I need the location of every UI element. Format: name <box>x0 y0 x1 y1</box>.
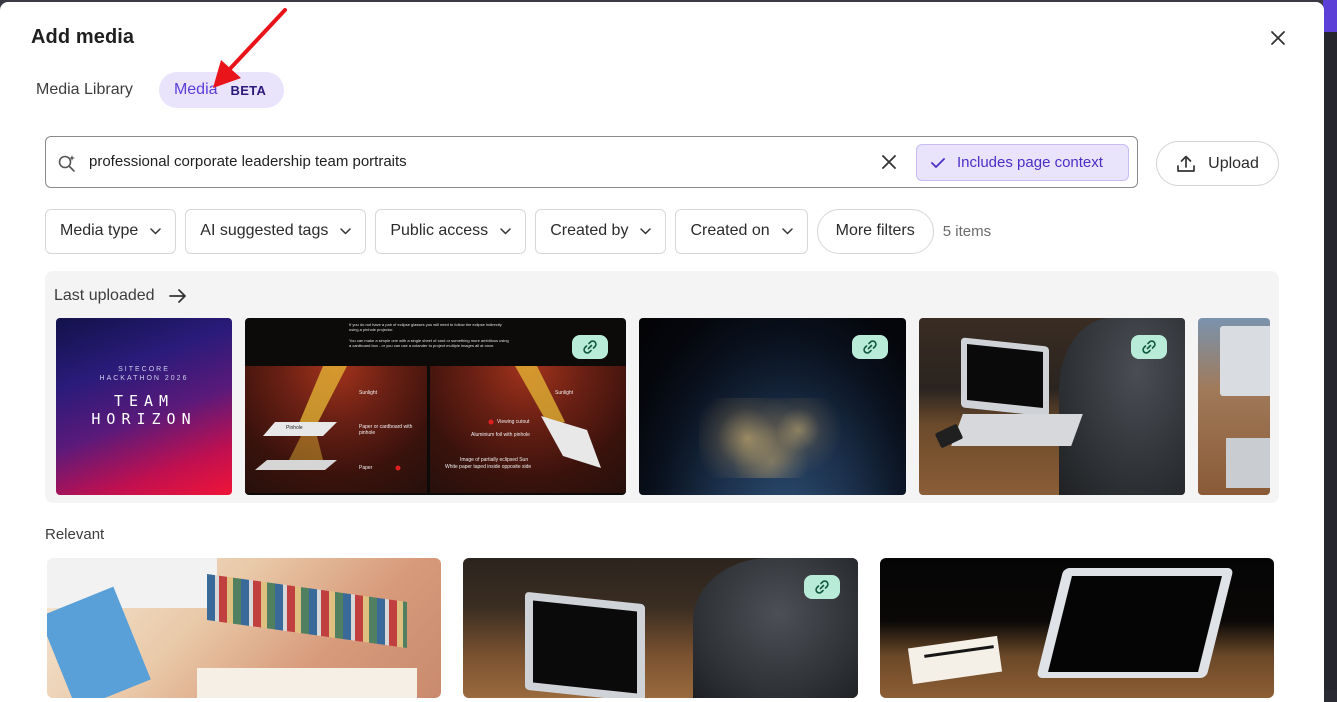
diagram-label: Sunlight <box>555 390 574 396</box>
laptop-shape <box>47 558 217 608</box>
view-all-button[interactable] <box>168 289 187 303</box>
filter-label: Created on <box>690 222 770 239</box>
laptop-screen <box>1048 576 1222 672</box>
filter-ai-suggested-tags[interactable]: AI suggested tags <box>185 208 367 254</box>
link-icon <box>863 340 877 354</box>
tab-label: Media Library <box>36 81 133 98</box>
last-uploaded-title: Last uploaded <box>54 287 155 304</box>
ai-search-icon <box>58 155 75 172</box>
chevron-down-icon <box>340 227 352 235</box>
filter-label: Media type <box>60 222 139 239</box>
dialog-title: Add media <box>31 26 135 48</box>
diagram-label: Aluminium foil with pinhole <box>471 432 530 438</box>
diagram-label: Paper <box>359 465 373 471</box>
close-icon <box>882 155 896 169</box>
search-input[interactable]: professional corporate leadership team p… <box>89 153 407 170</box>
books-shape <box>207 573 407 649</box>
close-icon <box>1271 31 1285 45</box>
public-link-badge <box>572 335 608 359</box>
more-filters-button[interactable]: More filters <box>816 208 934 254</box>
upload-button[interactable]: Upload <box>1156 141 1279 186</box>
media-thumbnail[interactable]: SITECORE HACKATHON 2026 TEAM HORIZON <box>56 318 232 495</box>
page-context-toggle[interactable]: Includes page context <box>916 144 1129 181</box>
public-link-badge <box>1131 335 1167 359</box>
item-count: 5 items <box>942 222 992 240</box>
link-icon <box>1142 340 1156 354</box>
relevant-title: Relevant <box>45 526 105 543</box>
media-thumbnail[interactable] <box>1198 318 1270 495</box>
media-card[interactable] <box>47 558 441 698</box>
media-card[interactable] <box>880 558 1274 698</box>
last-uploaded-section: Last uploaded SITECORE HACKATHON 2026 TE… <box>45 271 1279 503</box>
filter-created-by[interactable]: Created by <box>535 208 667 254</box>
filter-media-type[interactable]: Media type <box>45 208 177 254</box>
media-thumbnail[interactable]: If you do not have a pair of eclipse gla… <box>245 318 626 495</box>
media-thumbnail[interactable] <box>639 318 906 495</box>
arrow-right-icon <box>168 289 186 303</box>
diagram-label: Viewing cutout <box>497 419 530 425</box>
filter-bar: Media type AI suggested tags Public acce… <box>45 208 991 254</box>
diagram-label: Pinhole <box>286 425 303 431</box>
add-media-dialog: Add media Media Library Media BETA profes… <box>0 2 1324 702</box>
notebook-shape <box>907 635 1003 685</box>
chevron-down-icon <box>640 227 652 235</box>
thumb-line: HORIZON <box>91 410 197 428</box>
close-button[interactable] <box>1264 24 1292 52</box>
diagram-label: Image of partially eclipsed Sun <box>460 457 529 463</box>
tab-media-library[interactable]: Media Library <box>24 72 145 108</box>
laptop-screen <box>533 600 637 694</box>
chevron-down-icon <box>150 227 162 235</box>
thumb-line: TEAM <box>113 392 175 410</box>
chevron-down-icon <box>500 227 511 235</box>
laptop-screen <box>967 344 1043 408</box>
filter-created-on[interactable]: Created on <box>675 208 808 254</box>
context-chip-label: Includes page context <box>957 154 1103 171</box>
filter-label: AI suggested tags <box>200 222 329 239</box>
thumb-line: SITECORE <box>118 366 170 373</box>
search-field[interactable]: professional corporate leadership team p… <box>45 136 1138 188</box>
link-icon <box>583 340 597 354</box>
thumb-line: HACKATHON 2026 <box>99 375 189 382</box>
laptop-base <box>951 414 1083 446</box>
backdrop-accent <box>1323 0 1337 32</box>
filter-label: Public access <box>390 222 489 239</box>
laptop-base <box>1226 438 1270 488</box>
more-filters-label: More filters <box>835 222 915 239</box>
filter-label: Created by <box>550 222 629 239</box>
clear-search-button[interactable] <box>878 151 900 173</box>
upload-label: Upload <box>1208 154 1259 172</box>
notebook-shape <box>197 668 417 698</box>
public-link-badge <box>852 335 888 359</box>
annotation-arrow-icon <box>213 8 287 88</box>
laptop-shape <box>1220 326 1270 396</box>
pinhole-diagram-icon <box>255 366 601 471</box>
upload-icon <box>1177 155 1195 172</box>
public-link-badge <box>804 575 840 599</box>
media-card[interactable] <box>463 558 858 698</box>
city-lights <box>699 398 859 478</box>
filter-public-access[interactable]: Public access <box>375 208 527 254</box>
diagram-label: Paper or cardboard with pinhole <box>359 424 413 436</box>
link-icon <box>815 580 829 594</box>
media-thumbnail[interactable] <box>919 318 1185 495</box>
chevron-down-icon <box>781 227 793 235</box>
diagram-label: Sunlight <box>359 390 378 396</box>
check-icon <box>931 157 945 168</box>
diagram-label: White paper taped inside opposite side <box>445 464 532 470</box>
